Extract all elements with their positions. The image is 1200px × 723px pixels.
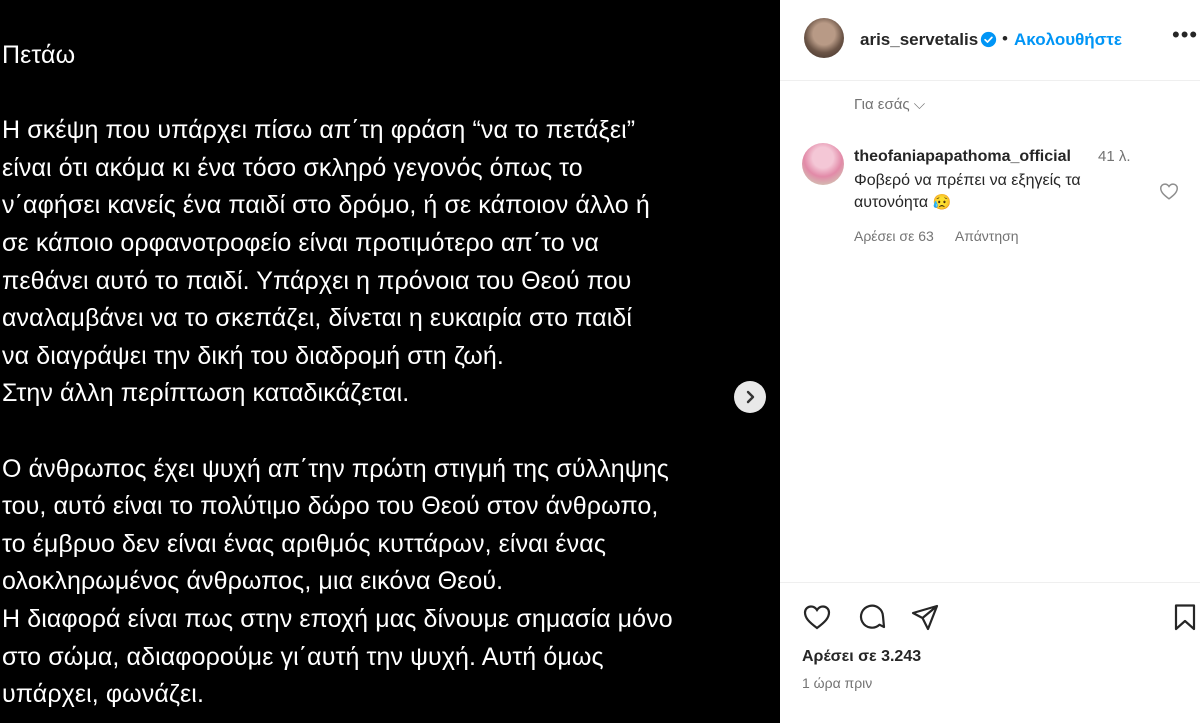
- verified-badge-icon: [980, 31, 997, 48]
- chevron-right-icon: [746, 390, 755, 404]
- next-slide-button[interactable]: [734, 381, 766, 413]
- post-text-line: Πετάω: [2, 41, 76, 69]
- comment-text: Φοβερό να πρέπει να εξηγείς τα αυτονόητα…: [854, 170, 1154, 214]
- heart-icon[interactable]: [802, 602, 832, 632]
- post-text-line: ν΄αφήσει κανείς ένα παιδί στο δρόμο, ή σ…: [2, 191, 650, 220]
- post-side-panel: aris_servetalis • Ακολουθήστε ••• Για εσ…: [780, 0, 1200, 723]
- comment-body: Φοβερό να πρέπει να εξηγείς τα αυτονόητα: [854, 172, 1081, 211]
- avatar[interactable]: [804, 18, 844, 58]
- post-text: Πετάω Η σκέψη που υπάρχει πίσω απ΄τη φράσ…: [2, 37, 777, 714]
- post-text-line: το έμβρυο δεν είναι ένας αριθμός κυττάρω…: [2, 529, 606, 558]
- post-text-line: Η διαφορά είναι πως στην εποχή μας δίνου…: [2, 604, 673, 633]
- post-image: Πετάω Η σκέψη που υπάρχει πίσω απ΄τη φράσ…: [0, 0, 780, 723]
- bookmark-icon[interactable]: [1170, 602, 1200, 632]
- comment-meta: Αρέσει σε 63 Απάντηση: [854, 228, 1037, 244]
- comment-icon[interactable]: [857, 602, 887, 632]
- likes-count[interactable]: Αρέσει σε 3.243: [802, 648, 921, 666]
- post-text-line: του, αυτό είναι το πολύτιμο δώρο του Θεο…: [2, 492, 659, 521]
- post-text-line: Η σκέψη που υπάρχει πίσω απ΄τη φράση “να…: [2, 116, 636, 145]
- for-you-dropdown[interactable]: Για εσάς ⌵: [854, 96, 925, 113]
- comment-heart-icon[interactable]: [1158, 180, 1180, 202]
- post-text-line: αναλαμβάνει να το σκεπάζει, δίνεται η ευ…: [2, 304, 633, 333]
- more-options-button[interactable]: •••: [1172, 22, 1198, 48]
- follow-button[interactable]: Ακολουθήστε: [1014, 30, 1122, 50]
- separator-dot: •: [1002, 29, 1008, 48]
- post-text-line: Ο άνθρωπος έχει ψυχή απ΄την πρώτη στιγμή…: [2, 454, 669, 483]
- commenter-avatar[interactable]: [802, 143, 844, 185]
- comment-emoji: 😥: [932, 194, 952, 211]
- post-text-line: [2, 413, 777, 451]
- comment-time: 41 λ.: [1098, 148, 1131, 165]
- post-text-line: σε κάποιο ορφανοτροφείο είναι προτιμότερ…: [2, 228, 599, 257]
- author-username[interactable]: aris_servetalis: [860, 30, 978, 50]
- post-text-line: στο σώμα, αδιαφορούμε γι΄αυτή την ψυχή. …: [2, 642, 604, 671]
- post-text-line: πεθάνει αυτό το παιδί. Υπάρχει η πρόνοια…: [2, 266, 632, 295]
- comment-username[interactable]: theofaniapapathoma_official: [854, 148, 1071, 166]
- post-text-line: υπάρχει, φωνάζει.: [2, 680, 205, 709]
- footer-divider: [780, 582, 1200, 583]
- post-header: aris_servetalis • Ακολουθήστε •••: [780, 0, 1200, 81]
- post-text-line: ολοκληρωμένος άνθρωπος, μια εικόνα Θεού.: [2, 567, 504, 596]
- post-text-line: Στην άλλη περίπτωση καταδικάζεται.: [2, 379, 410, 408]
- share-icon[interactable]: [910, 602, 940, 632]
- reply-button[interactable]: Απάντηση: [955, 228, 1019, 244]
- comment-likes[interactable]: Αρέσει σε 63: [854, 228, 934, 244]
- post-text-line: [2, 75, 777, 113]
- post-text-line: είναι ότι ακόμα κι ένα τόσο σκληρό γεγον…: [2, 153, 583, 182]
- post-text-line: να διαγράψει την δική του διαδρομή στη ζ…: [2, 341, 504, 370]
- post-time: 1 ώρα πριν: [802, 675, 873, 691]
